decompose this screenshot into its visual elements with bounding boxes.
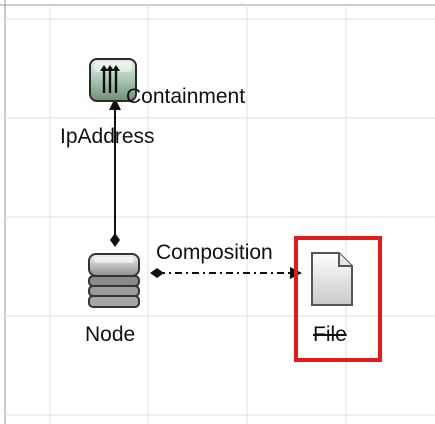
node-label-ipaddress[interactable]: IpAddress [60, 126, 155, 147]
node-label-file[interactable]: File [313, 324, 347, 345]
edge-containment[interactable] [109, 98, 121, 247]
edge-label-containment[interactable]: Containment [126, 86, 245, 107]
node-label-node[interactable]: Node [85, 324, 135, 345]
server-stack-icon[interactable] [86, 252, 142, 310]
edge-label-composition[interactable]: Composition [156, 242, 273, 263]
edge-composition[interactable] [150, 267, 302, 279]
diagram-canvas[interactable]: Containment IpAddress Composition Node F… [0, 0, 435, 424]
containment-source-diamond [110, 233, 120, 247]
composition-source-diamond [150, 268, 164, 278]
